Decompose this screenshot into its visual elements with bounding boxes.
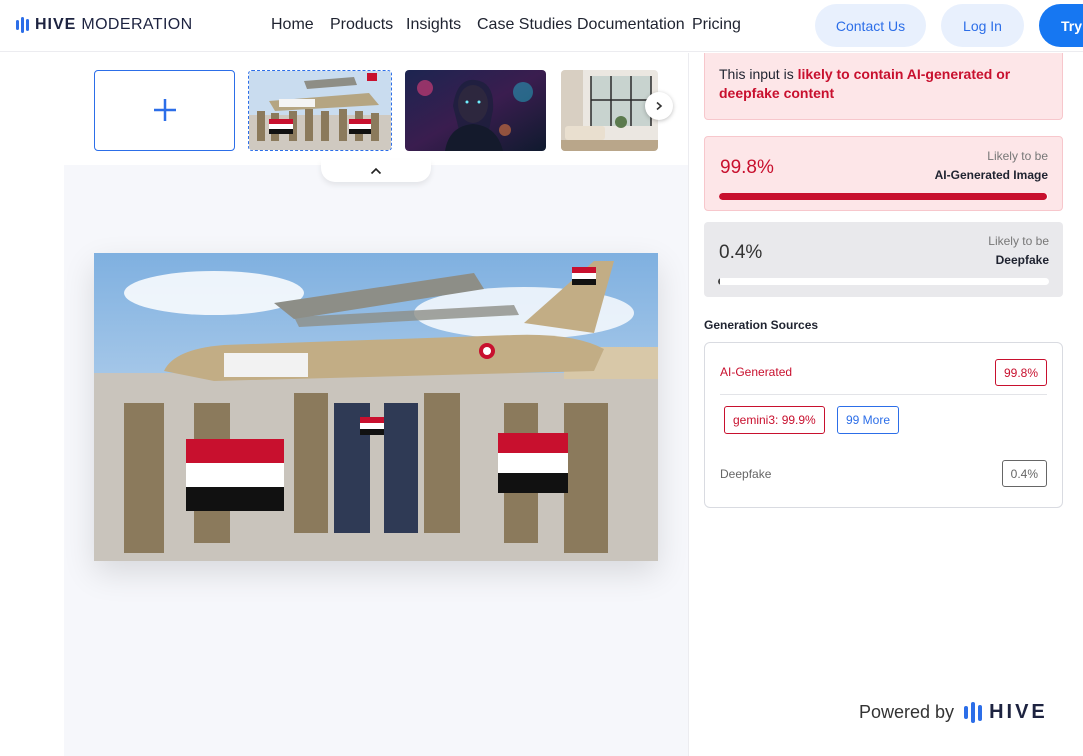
- nav-documentation[interactable]: Documentation: [577, 16, 685, 34]
- ai-generated-score-card: 99.8% Likely to be AI-Generated Image: [704, 136, 1063, 211]
- uploaded-image-preview: [94, 253, 658, 561]
- ai-score-bar: [719, 193, 1048, 200]
- nav-pricing[interactable]: Pricing: [692, 16, 741, 34]
- ai-score-value: 99.8%: [720, 157, 774, 178]
- deepfake-score-card: 0.4% Likely to be Deepfake: [704, 222, 1063, 297]
- deepfake-score-bar: [718, 278, 1049, 285]
- contact-us-button[interactable]: Contact Us: [815, 4, 926, 47]
- try-button[interactable]: Try: [1039, 4, 1083, 47]
- ai-score-kicker: Likely to be: [987, 149, 1048, 163]
- generation-sources-panel: AI-Generated 99.8% gemini3: 99.9% 99 Mor…: [704, 342, 1063, 508]
- powered-by-text: Powered by: [859, 702, 955, 722]
- sources-divider: [720, 394, 1047, 395]
- deepfake-score-value: 0.4%: [719, 242, 763, 263]
- source-ai-generated-value: 99.8%: [994, 359, 1047, 386]
- chevron-up-icon: [370, 164, 382, 178]
- plus-icon: [152, 93, 178, 129]
- powered-brand-text: HIVE: [989, 701, 1048, 723]
- logo-brand-text: HIVE: [35, 16, 77, 33]
- model-tag-gemini3[interactable]: gemini3: 99.9%: [724, 406, 825, 434]
- thumbnail-soldiers-photo[interactable]: [248, 70, 392, 151]
- powered-by-hive[interactable]: Powered by HIVE: [859, 701, 1048, 724]
- hive-logo-icon: [16, 17, 29, 33]
- thumbnail-neon-portrait-photo[interactable]: [405, 70, 546, 151]
- more-models-button[interactable]: 99 More: [837, 406, 900, 434]
- upload-image-button[interactable]: [94, 70, 235, 151]
- nav-insights[interactable]: Insights: [406, 16, 461, 34]
- hive-moderation-logo[interactable]: HIVE MODERATION: [16, 16, 193, 34]
- log-in-button[interactable]: Log In: [941, 4, 1024, 47]
- nav-products[interactable]: Products: [330, 16, 393, 34]
- source-deepfake-value: 0.4%: [1001, 460, 1047, 487]
- gallery-next-button[interactable]: [645, 92, 673, 120]
- logo-sub-text: MODERATION: [81, 16, 193, 33]
- thumbnail-interior-room-photo[interactable]: [561, 70, 658, 151]
- verdict-banner: This input is likely to contain AI-gener…: [704, 53, 1063, 120]
- verdict-prefix: This input is: [719, 66, 798, 82]
- source-deepfake-label: Deepfake: [720, 467, 772, 481]
- ai-score-label: AI-Generated Image: [934, 168, 1048, 182]
- generation-sources-title: Generation Sources: [704, 318, 819, 332]
- collapse-gallery-button[interactable]: [321, 160, 431, 182]
- chevron-right-icon: [654, 98, 664, 114]
- top-navbar: HIVE MODERATION Home Products Insights C…: [0, 0, 1083, 52]
- hive-logo-icon: [964, 702, 983, 723]
- deepfake-score-kicker: Likely to be: [988, 234, 1049, 248]
- nav-case-studies[interactable]: Case Studies: [477, 16, 572, 34]
- panel-divider: [688, 53, 689, 756]
- nav-home[interactable]: Home: [271, 16, 314, 34]
- ai-score-bar-fill: [719, 193, 1048, 200]
- deepfake-score-label: Deepfake: [995, 253, 1049, 267]
- deepfake-score-bar-fill: [718, 278, 720, 285]
- source-ai-generated-label: AI-Generated: [720, 365, 793, 379]
